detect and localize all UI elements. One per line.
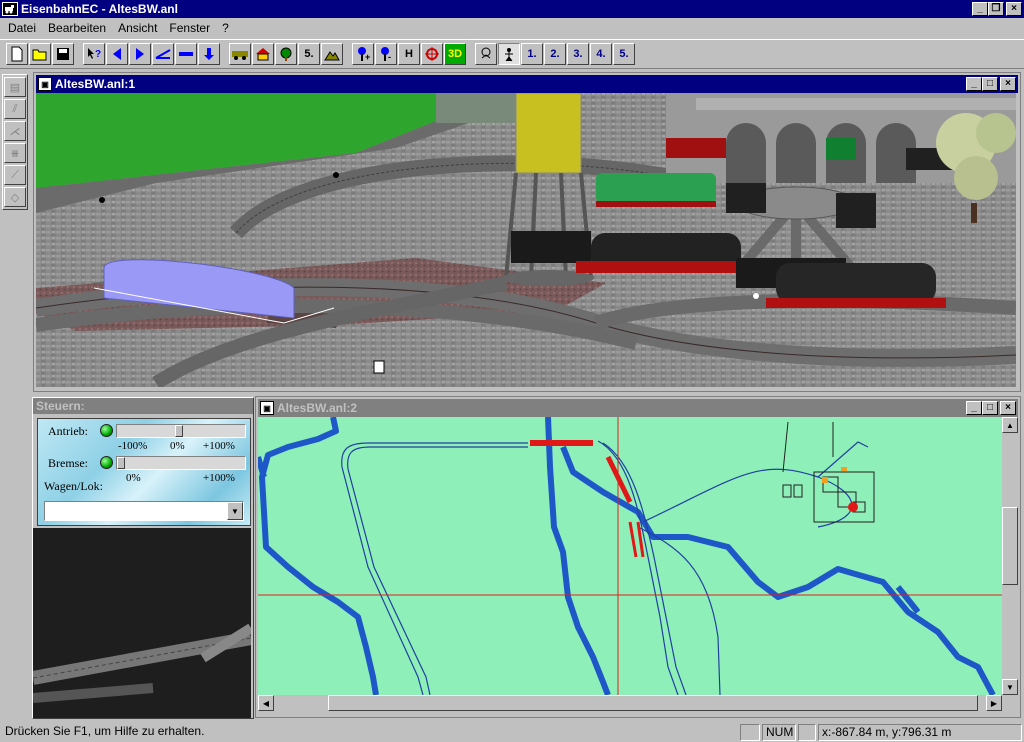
bremse-status-led xyxy=(100,456,113,469)
signal-5-icon[interactable]: 5. xyxy=(298,43,320,65)
chevron-down-icon[interactable]: ▼ xyxy=(227,502,243,520)
ramp-track-icon[interactable]: ⟋ xyxy=(4,165,26,185)
turntable-track-icon[interactable]: ◇ xyxy=(4,187,26,207)
svg-text:+: + xyxy=(365,52,370,62)
wagon-icon[interactable] xyxy=(229,43,251,65)
window-2d-titlebar: ▣ AltesBW.anl:2 _ □ × xyxy=(258,399,1018,417)
view-2-button[interactable]: 2. xyxy=(544,43,566,65)
help-pointer-icon[interactable]: ? xyxy=(83,43,105,65)
menu-fenster[interactable]: Fenster xyxy=(163,21,216,35)
tree-icon[interactable] xyxy=(275,43,297,65)
save-disk-icon[interactable] xyxy=(52,43,74,65)
view-3d-icon[interactable]: 3D xyxy=(444,43,466,65)
new-file-icon[interactable] xyxy=(6,43,28,65)
antrieb-tick-max: +100% xyxy=(203,440,235,452)
window-2d-close-button[interactable]: × xyxy=(1000,401,1016,415)
antrieb-tick-min: -100% xyxy=(118,440,148,452)
open-folder-icon[interactable] xyxy=(29,43,51,65)
menu-help[interactable]: ? xyxy=(216,21,235,35)
bremse-slider-thumb[interactable] xyxy=(117,457,125,469)
window-3d-close-button[interactable]: × xyxy=(1000,77,1016,91)
minimize-button[interactable]: _ xyxy=(972,2,988,16)
locomotive-icon xyxy=(2,2,18,16)
status-num-indicator: NUM xyxy=(762,724,796,741)
svg-text:?: ? xyxy=(95,49,101,60)
window-3d-minimize-button[interactable]: _ xyxy=(966,77,982,91)
window-2d-minimize-button[interactable]: _ xyxy=(966,401,982,415)
view-4-button[interactable]: 4. xyxy=(590,43,612,65)
next-train-icon[interactable] xyxy=(129,43,151,65)
antrieb-slider-thumb[interactable] xyxy=(175,425,183,437)
view-5-button[interactable]: 5. xyxy=(613,43,635,65)
svg-text:-: - xyxy=(388,52,391,62)
antrieb-slider[interactable] xyxy=(116,424,246,438)
3d-scene-viewport[interactable] xyxy=(36,93,1016,387)
window-3d-view: ▣ AltesBW.anl:1 _ □ × xyxy=(33,72,1021,392)
control-panel: Steuern: Antrieb: -100% 0% +100% Bremse:… xyxy=(32,397,254,719)
mini-3d-preview[interactable] xyxy=(33,528,251,718)
previous-train-icon[interactable] xyxy=(106,43,128,65)
status-cap-pane xyxy=(740,724,760,741)
view-1-button[interactable]: 1. xyxy=(521,43,543,65)
antrieb-status-led xyxy=(100,424,113,437)
signal-remove-icon[interactable]: - xyxy=(375,43,397,65)
bremse-tick-min: 0% xyxy=(126,472,141,484)
statusbar: Drücken Sie F1, um Hilfe zu erhalten. NU… xyxy=(0,722,1024,742)
camera-follow-icon[interactable] xyxy=(475,43,497,65)
control-panel-body: Antrieb: -100% 0% +100% Bremse: 0% +100%… xyxy=(37,418,251,526)
bremse-slider[interactable] xyxy=(116,456,246,470)
close-button[interactable]: × xyxy=(1006,2,1022,16)
restore-button[interactable]: ❐ xyxy=(988,2,1004,16)
down-arrow-icon[interactable] xyxy=(198,43,220,65)
app-titlebar: EisenbahnEC - AltesBW.anl _ ❐ × xyxy=(0,0,1024,18)
scroll-up-icon[interactable]: ▲ xyxy=(1002,417,1018,433)
app-title: EisenbahnEC - AltesBW.anl xyxy=(21,2,178,16)
scroll-right-icon[interactable]: ▶ xyxy=(986,695,1002,711)
curve-track-icon[interactable]: ⫽ xyxy=(4,99,26,119)
h-signal-icon[interactable]: H xyxy=(398,43,420,65)
house-icon[interactable] xyxy=(252,43,274,65)
status-scrl-pane xyxy=(798,724,816,741)
map-vscroll-thumb[interactable] xyxy=(1002,507,1018,585)
document-icon: ▣ xyxy=(38,77,52,91)
antrieb-label: Antrieb: xyxy=(48,424,88,438)
antrieb-tick-zero: 0% xyxy=(170,440,185,452)
switch-track-icon[interactable]: ⋌ xyxy=(4,121,26,141)
control-panel-header: Steuern: xyxy=(33,398,253,414)
window-2d-title: AltesBW.anl:2 xyxy=(277,401,358,415)
crossing-track-icon[interactable]: ⧻ xyxy=(4,143,26,163)
switch-icon[interactable] xyxy=(152,43,174,65)
menu-bearbeiten[interactable]: Bearbeiten xyxy=(42,21,112,35)
scroll-left-icon[interactable]: ◀ xyxy=(258,695,274,711)
map-horizontal-scrollbar[interactable]: ◀ ▶ xyxy=(258,695,1002,711)
toolbar: ? 5. + - H 3D 1. 2. 3. 4. 5. xyxy=(0,39,1024,69)
crosshair-icon[interactable] xyxy=(421,43,443,65)
view-3-button[interactable]: 3. xyxy=(567,43,589,65)
map-vertical-scrollbar[interactable]: ▲ ▼ xyxy=(1002,417,1018,695)
window-2d-maximize-button[interactable]: □ xyxy=(982,401,998,415)
menu-ansicht[interactable]: Ansicht xyxy=(112,21,163,35)
menubar: Datei Bearbeiten Ansicht Fenster ? xyxy=(0,18,1024,38)
map-hscroll-thumb[interactable] xyxy=(328,695,978,711)
menu-datei[interactable]: Datei xyxy=(2,21,42,35)
document-icon: ▣ xyxy=(260,401,274,415)
status-help-text: Drücken Sie F1, um Hilfe zu erhalten. xyxy=(5,724,205,738)
wagen-lok-label: Wagen/Lok: xyxy=(44,479,104,493)
straight-track-icon[interactable]: ▤ xyxy=(4,77,26,97)
window-3d-titlebar: ▣ AltesBW.anl:1 _ □ × xyxy=(36,75,1018,93)
window-3d-maximize-button[interactable]: □ xyxy=(982,77,998,91)
bremse-tick-max: +100% xyxy=(203,472,235,484)
signal-add-icon[interactable]: + xyxy=(352,43,374,65)
track-bar-icon[interactable] xyxy=(175,43,197,65)
status-coordinates: x:-867.84 m, y:796.31 m xyxy=(818,724,1022,741)
wagen-lok-select[interactable]: ▼ xyxy=(44,501,244,521)
window-3d-title: AltesBW.anl:1 xyxy=(55,77,136,91)
track-tool-palette: ▤ ⫽ ⋌ ⧻ ⟋ ◇ xyxy=(2,74,28,210)
bremse-label: Bremse: xyxy=(48,456,88,470)
window-2d-map: ▣ AltesBW.anl:2 _ □ × ▲ ▼ ◀ ▶ xyxy=(255,396,1021,718)
track-map-canvas[interactable] xyxy=(258,417,1002,695)
landscape-icon[interactable] xyxy=(321,43,343,65)
scroll-down-icon[interactable]: ▼ xyxy=(1002,679,1018,695)
camera-walk-icon[interactable] xyxy=(498,43,520,65)
